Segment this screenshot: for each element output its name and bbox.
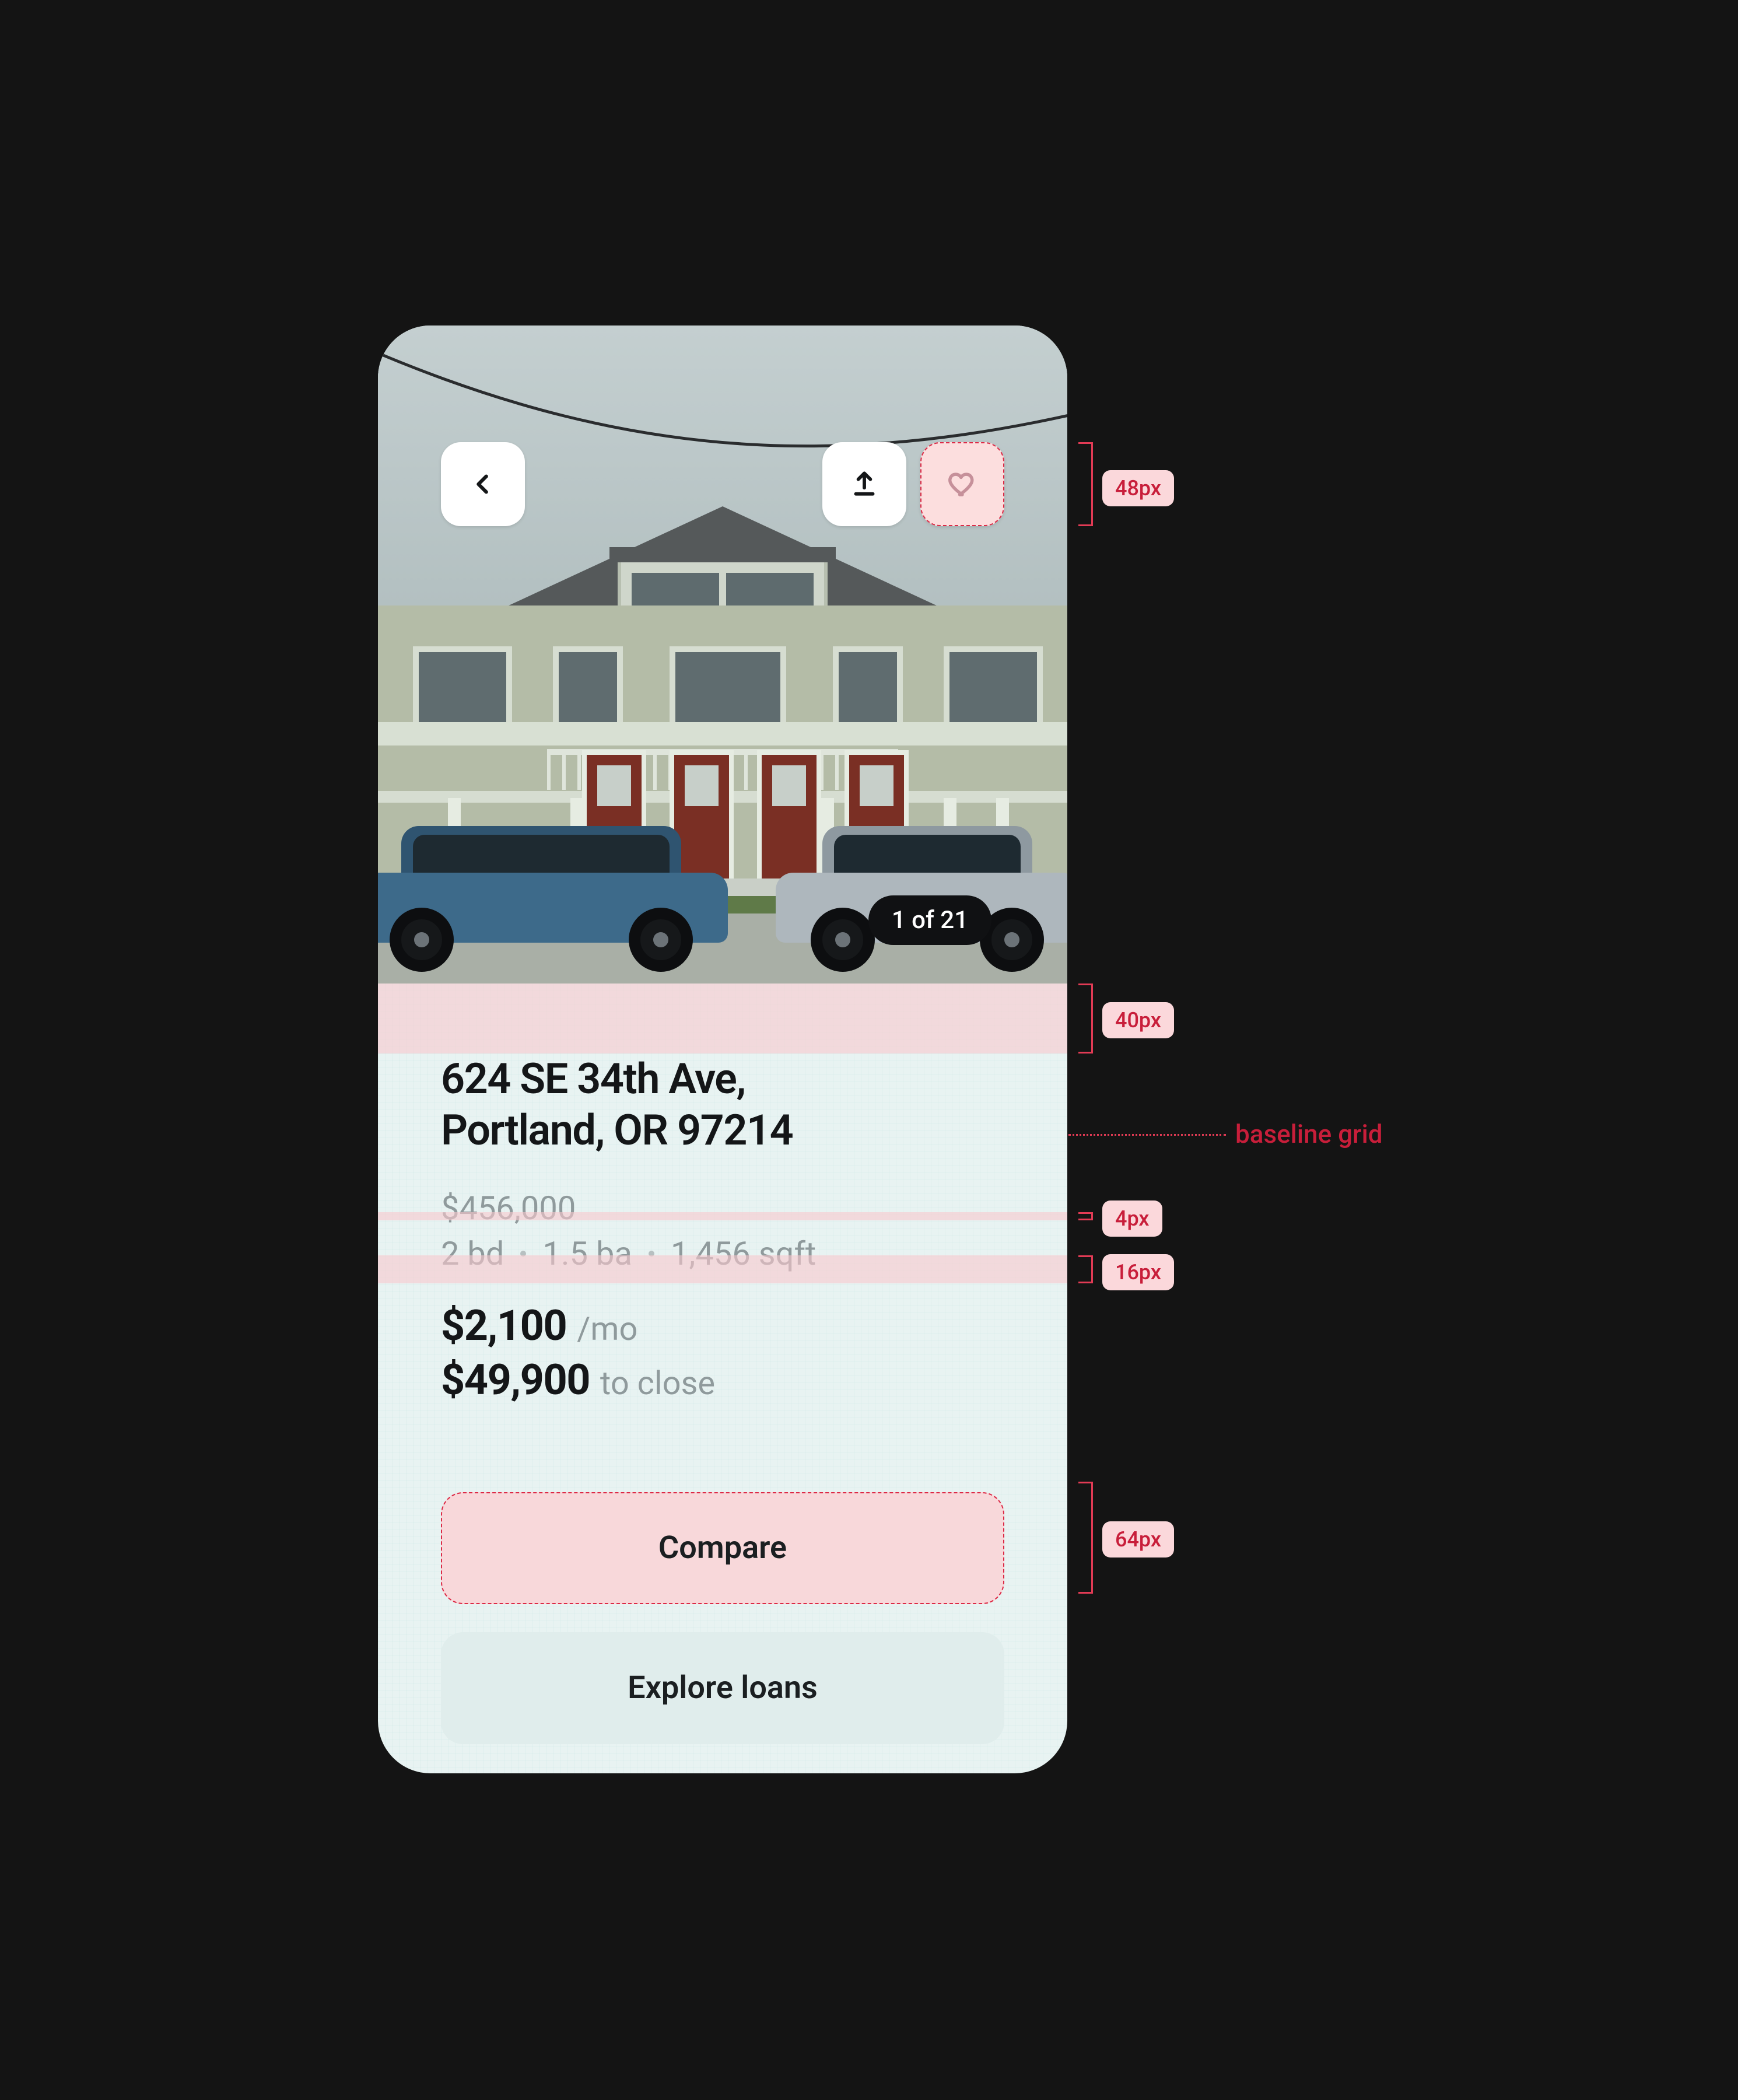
separator-dot [520, 1251, 526, 1256]
spec-bracket-64 [1075, 1482, 1093, 1594]
listing-photo[interactable]: 1 of 21 [378, 326, 1067, 984]
separator-dot [649, 1251, 654, 1256]
cash-to-close: $49,900 to close [441, 1355, 1004, 1405]
baths: 1.5 ba [542, 1234, 632, 1273]
hero-action-bar [378, 442, 1067, 526]
spec-label-48: 48px [1102, 470, 1174, 506]
spec-bracket-40 [1075, 984, 1093, 1054]
compare-button-label: Compare [658, 1530, 787, 1566]
heart-icon [947, 468, 978, 500]
share-button[interactable] [822, 442, 906, 526]
spec-label-4: 4px [1102, 1200, 1162, 1237]
spec-label-16: 16px [1102, 1254, 1174, 1290]
address-line-1: 624 SE 34th Ave, [441, 1054, 745, 1104]
compare-button[interactable]: Compare [441, 1492, 1004, 1604]
chevron-left-icon [469, 471, 496, 498]
spec-bracket-4 [1075, 1212, 1093, 1220]
photo-counter: 1 of 21 [868, 895, 991, 945]
upload-icon [850, 470, 879, 499]
back-button[interactable] [441, 442, 525, 526]
spec-label-40: 40px [1102, 1002, 1174, 1038]
favorite-button[interactable] [920, 442, 1004, 526]
listing-details: 624 SE 34th Ave, Portland, OR 97214 $456… [378, 984, 1067, 1773]
sqft: 1,456 sqft [671, 1234, 816, 1273]
spec-label-baseline: baseline grid [1235, 1119, 1383, 1149]
list-price: $456,000 [441, 1189, 1004, 1227]
phone-mock: 1 of 21 624 SE 34th Ave, Portland, OR 97… [378, 326, 1067, 1773]
car-foreground-left [378, 820, 728, 972]
beds: 2 bd [441, 1234, 504, 1273]
spec-leader-baseline [1068, 1134, 1226, 1136]
listing-address: 624 SE 34th Ave, Portland, OR 97214 [441, 1054, 1004, 1156]
spec-label-64: 64px [1102, 1521, 1174, 1558]
explore-loans-button[interactable]: Explore loans [441, 1632, 1004, 1744]
address-line-2: Portland, OR 97214 [441, 1105, 793, 1155]
explore-loans-button-label: Explore loans [628, 1670, 818, 1706]
close-suffix: to close [600, 1364, 715, 1402]
monthly-amount: $2,100 [441, 1301, 566, 1350]
close-amount: $49,900 [441, 1355, 590, 1405]
spec-bracket-16 [1075, 1255, 1093, 1283]
monthly-payment: $2,100 /mo [441, 1301, 1004, 1350]
monthly-suffix: /mo [577, 1310, 637, 1348]
listing-facts: 2 bd 1.5 ba 1,456 sqft [441, 1234, 1004, 1273]
spec-bracket-48 [1075, 442, 1093, 526]
